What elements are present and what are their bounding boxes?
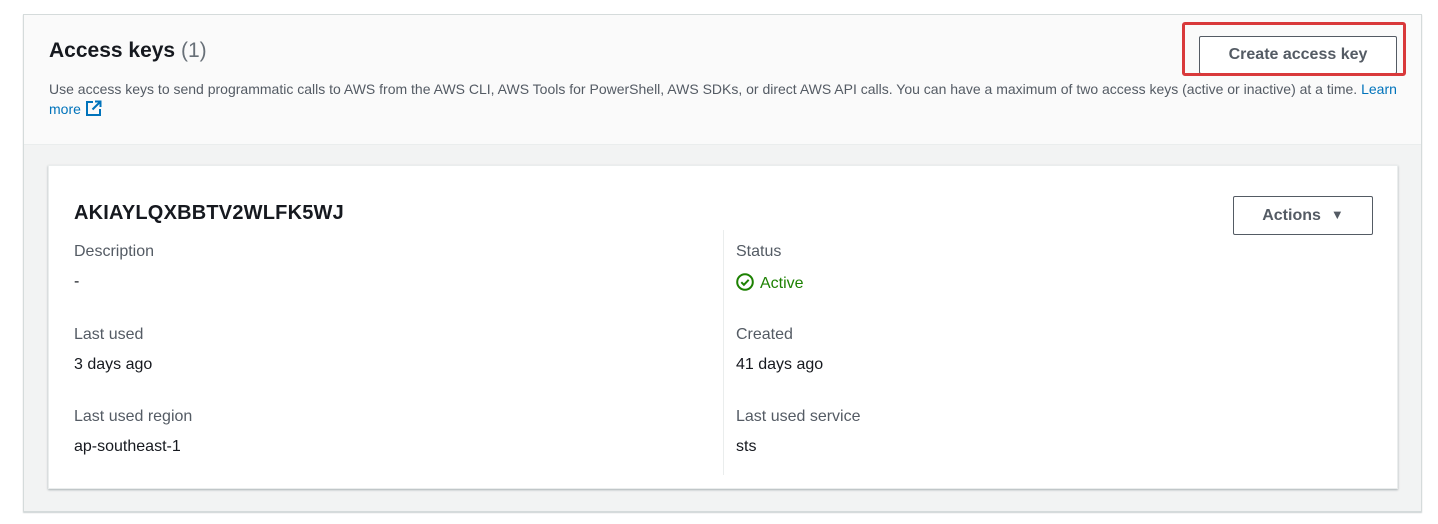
last-used-service-value: sts [736,438,757,455]
access-keys-panel: Access keys (1) Use access keys to send … [23,14,1422,512]
status-text: Active [760,275,804,292]
created-label: Created [736,326,793,343]
check-circle-icon [736,273,754,291]
last-used-region-value: ap-southeast-1 [74,438,181,455]
external-link-icon [85,100,102,116]
section-description: Use access keys to send programmatic cal… [49,79,1404,119]
column-divider [723,230,724,475]
section-title: Access keys (1) [49,39,207,63]
caret-down-icon: ▼ [1330,206,1344,222]
description-text: Use access keys to send programmatic cal… [49,81,1358,97]
status-label: Status [736,243,782,260]
created-value: 41 days ago [736,356,824,373]
last-used-label: Last used [74,326,144,343]
actions-label: Actions [1262,206,1321,224]
last-used-value: 3 days ago [74,356,153,373]
description-value: - [74,273,80,290]
actions-dropdown-button[interactable]: Actions ▼ [1233,196,1373,235]
panel-header: Access keys (1) Use access keys to send … [24,15,1421,145]
access-key-id: AKIAYLQXBBTV2WLFK5WJ [74,202,344,224]
key-count: (1) [180,39,207,62]
status-value: Active [736,273,804,293]
access-key-card: AKIAYLQXBBTV2WLFK5WJ Actions ▼ Descriptio… [48,165,1398,489]
section-title-text: Access keys [49,39,176,62]
last-used-region-label: Last used region [74,408,193,425]
create-access-key-button[interactable]: Create access key [1199,36,1397,74]
description-label: Description [74,243,155,260]
last-used-service-label: Last used service [736,408,861,425]
